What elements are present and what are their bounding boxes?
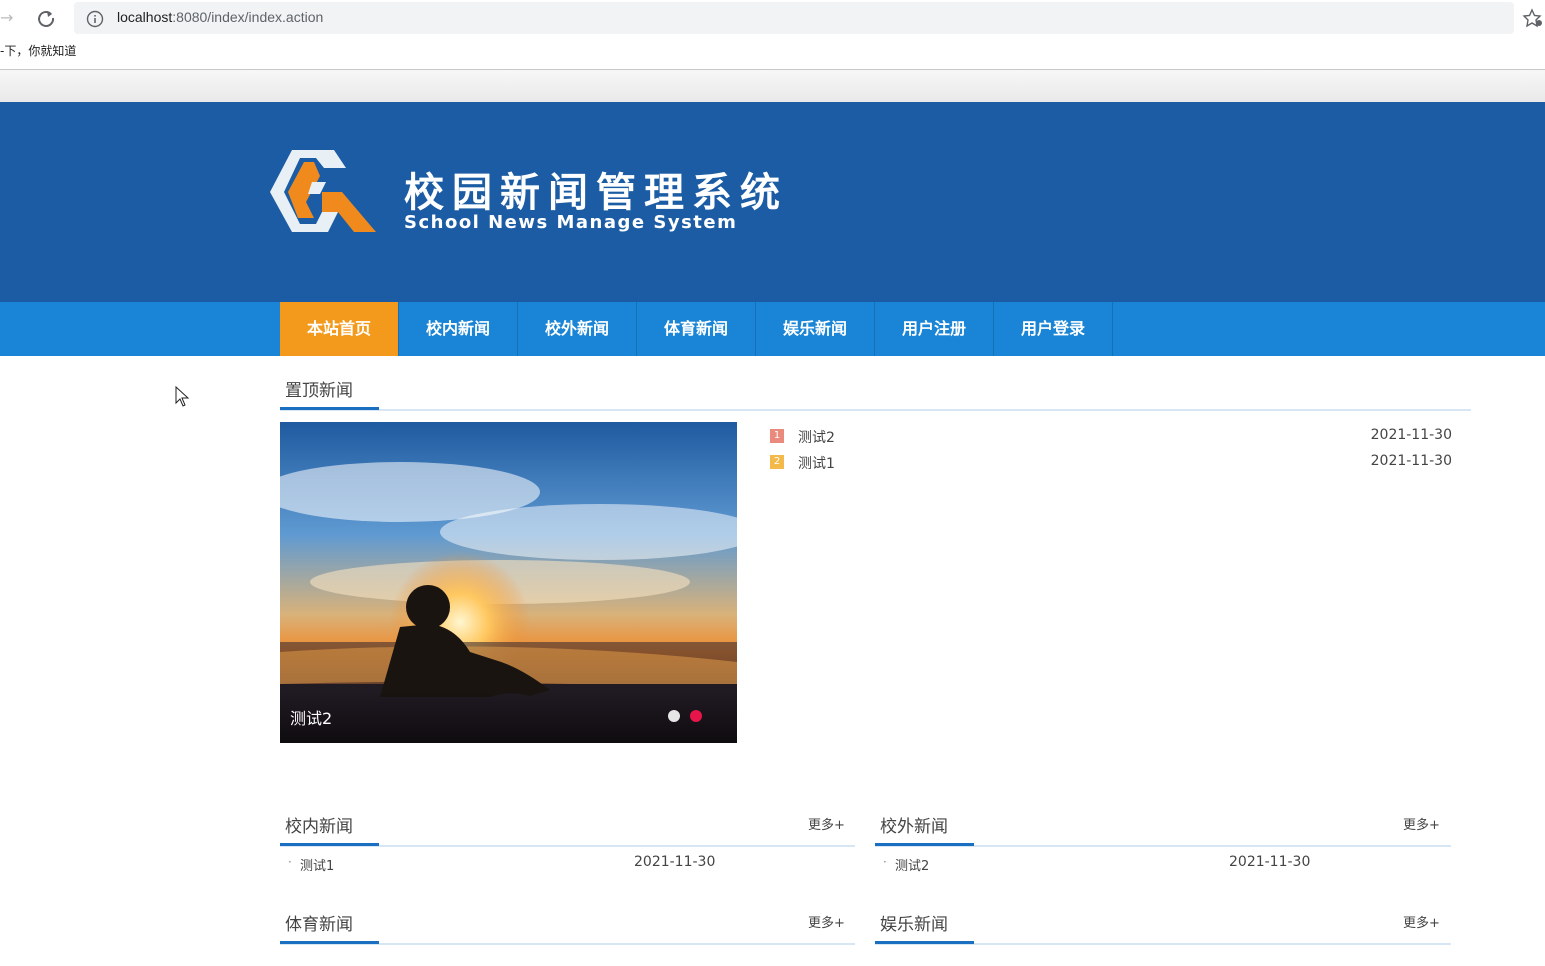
section-underline (280, 407, 379, 410)
mouse-cursor-icon (175, 386, 190, 407)
top-news-date: 2021-11-30 (1370, 453, 1452, 469)
more-link-entertainment[interactable]: 更多+ (1403, 912, 1440, 931)
section-underline (280, 843, 379, 846)
section-title-entertainment-news: 娱乐新闻 (880, 915, 948, 935)
top-news-title[interactable]: 测试1 (798, 453, 835, 473)
page-top-band (0, 70, 1545, 102)
section-underline (280, 941, 379, 944)
slide-dot-1[interactable] (668, 710, 680, 722)
list-item-title[interactable]: 测试1 (300, 855, 334, 874)
nav-item-register[interactable]: 用户注册 (875, 302, 994, 356)
reload-icon[interactable] (36, 8, 56, 28)
slide-dot-2[interactable] (690, 710, 702, 722)
nav-item-outside-news[interactable]: 校外新闻 (518, 302, 637, 356)
bookmark-item[interactable]: -下，你就知道 (0, 42, 76, 59)
section-underline (875, 941, 974, 944)
nav-item-entertainment-news[interactable]: 娱乐新闻 (756, 302, 875, 356)
top-news-item[interactable]: 1 测试2 2021-11-30 (770, 427, 1460, 447)
site-logo (270, 150, 376, 232)
nav-item-login[interactable]: 用户登录 (994, 302, 1113, 356)
rank-badge: 2 (770, 455, 784, 469)
forward-arrow-icon[interactable]: → (0, 8, 13, 27)
section-title-outside-news: 校外新闻 (880, 817, 948, 837)
list-bullet: · (288, 855, 292, 869)
nav-item-sports-news[interactable]: 体育新闻 (637, 302, 756, 356)
section-title-top-news: 置顶新闻 (285, 381, 353, 401)
list-item-date: 2021-11-30 (634, 854, 716, 870)
url-host: localhost (117, 9, 173, 25)
bookmarks-bar (0, 36, 1545, 70)
nav-item-home[interactable]: 本站首页 (280, 302, 399, 356)
section-title-sports-news: 体育新闻 (285, 915, 353, 935)
list-item-date: 2021-11-30 (1229, 854, 1311, 870)
more-link-sports[interactable]: 更多+ (808, 912, 845, 931)
nav-menu: 本站首页 校内新闻 校外新闻 体育新闻 娱乐新闻 用户注册 用户登录 (280, 302, 1113, 356)
list-bullet: · (883, 855, 887, 869)
more-link-outside[interactable]: 更多+ (1403, 814, 1440, 833)
more-link-campus[interactable]: 更多+ (808, 814, 845, 833)
top-news-title[interactable]: 测试2 (798, 427, 835, 447)
section-divider (280, 409, 1471, 411)
info-icon[interactable] (86, 10, 104, 28)
section-title-campus-news: 校内新闻 (285, 817, 353, 837)
url-path: :8080/index/index.action (172, 9, 324, 25)
list-item-title[interactable]: 测试2 (895, 855, 929, 874)
bookmark-star-icon[interactable] (1522, 8, 1544, 28)
top-news-date: 2021-11-30 (1370, 427, 1452, 443)
site-subtitle: School News Manage System (404, 212, 738, 233)
url-text[interactable]: localhost:8080/index/index.action (117, 9, 323, 25)
rank-badge: 1 (770, 429, 784, 443)
slide-caption[interactable]: 测试2 (290, 705, 332, 729)
site-title: 校园新闻管理系统 (404, 170, 788, 216)
nav-item-campus-news[interactable]: 校内新闻 (399, 302, 518, 356)
section-underline (875, 843, 974, 846)
top-news-item[interactable]: 2 测试1 2021-11-30 (770, 453, 1460, 473)
top-news-slideshow[interactable]: 测试2 (280, 422, 737, 743)
